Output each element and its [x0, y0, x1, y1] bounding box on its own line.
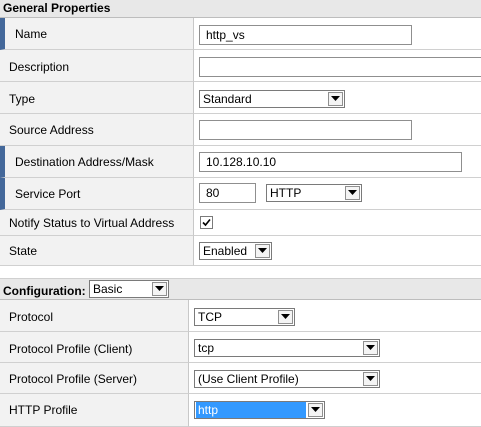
http-profile-value-cell: http — [189, 394, 481, 427]
service-port-value-cell: 80 HTTP — [194, 178, 481, 210]
service-port-input[interactable]: 80 — [199, 183, 256, 203]
chevron-down-icon[interactable] — [152, 282, 167, 296]
description-label: Description — [9, 60, 70, 74]
profile-server-label: Protocol Profile (Server) — [9, 372, 138, 386]
destination-input[interactable]: 10.128.10.10 — [199, 152, 462, 172]
service-port-label-cell: Service Port — [0, 178, 194, 210]
service-port-select[interactable]: HTTP — [266, 184, 362, 202]
http-profile-label: HTTP Profile — [9, 403, 78, 417]
profile-client-label-cell: Protocol Profile (Client) — [0, 332, 189, 363]
state-select[interactable]: Enabled — [199, 242, 272, 260]
chevron-down-icon[interactable] — [255, 244, 270, 258]
profile-client-select-value: tcp — [198, 341, 215, 355]
general-properties-title: General Properties — [3, 1, 111, 15]
destination-value-cell: 10.128.10.10 — [194, 146, 481, 178]
configuration-mode-value: Basic — [93, 282, 123, 296]
section-gap — [0, 266, 481, 278]
configuration-mode-select[interactable]: Basic — [89, 280, 169, 298]
check-icon — [202, 218, 211, 227]
service-port-label: Service Port — [15, 187, 81, 201]
profile-server-row: Protocol Profile (Server) (Use Client Pr… — [0, 363, 481, 394]
description-value-cell — [194, 50, 481, 82]
profile-server-select[interactable]: (Use Client Profile) — [194, 370, 380, 388]
description-input[interactable] — [199, 57, 481, 77]
http-profile-select-value: http — [196, 402, 306, 418]
http-profile-row: HTTP Profile http — [0, 394, 481, 427]
chevron-down-icon[interactable] — [345, 186, 360, 200]
protocol-row: Protocol TCP — [0, 300, 481, 332]
profile-client-select[interactable]: tcp — [194, 339, 380, 357]
protocol-label-cell: Protocol — [0, 300, 189, 332]
http-profile-select[interactable]: http — [194, 401, 325, 419]
configuration-title: Configuration: — [3, 284, 86, 298]
name-label: Name — [15, 27, 48, 41]
type-row: Type Standard — [0, 82, 481, 114]
chevron-down-icon[interactable] — [308, 403, 323, 417]
state-label-cell: State — [0, 236, 194, 266]
protocol-label: Protocol — [9, 310, 54, 324]
destination-row: Destination Address/Mask 10.128.10.10 — [0, 146, 481, 178]
type-select[interactable]: Standard — [199, 90, 345, 108]
chevron-down-icon[interactable] — [363, 341, 378, 355]
protocol-value-cell: TCP — [189, 300, 481, 332]
destination-label-cell: Destination Address/Mask — [0, 146, 194, 178]
notify-label-cell: Notify Status to Virtual Address — [0, 210, 194, 236]
source-address-row: Source Address — [0, 114, 481, 146]
notify-checkbox[interactable] — [200, 216, 213, 229]
source-address-label-cell: Source Address — [0, 114, 194, 146]
protocol-select-value: TCP — [198, 310, 222, 324]
protocol-select[interactable]: TCP — [194, 308, 295, 326]
description-label-cell: Description — [0, 50, 194, 82]
service-port-select-value: HTTP — [270, 186, 302, 200]
chevron-down-icon[interactable] — [363, 372, 378, 386]
chevron-down-icon[interactable] — [328, 92, 343, 106]
name-label-cell: Name — [0, 18, 194, 50]
type-value-cell: Standard — [194, 82, 481, 114]
state-select-value: Enabled — [203, 244, 248, 258]
source-address-value-cell — [194, 114, 481, 146]
notify-value-cell — [194, 210, 481, 236]
http-profile-label-cell: HTTP Profile — [0, 394, 189, 427]
source-address-label: Source Address — [9, 123, 94, 137]
general-properties-header: General Properties — [0, 0, 481, 18]
source-address-input[interactable] — [199, 120, 412, 140]
profile-client-value-cell: tcp — [189, 332, 481, 363]
notify-row: Notify Status to Virtual Address — [0, 210, 481, 236]
state-label: State — [9, 244, 38, 258]
name-value-cell: http_vs — [194, 18, 481, 50]
profile-server-select-value: (Use Client Profile) — [198, 372, 299, 386]
type-label-cell: Type — [0, 82, 194, 114]
state-row: State Enabled — [0, 236, 481, 266]
name-input[interactable]: http_vs — [199, 25, 412, 45]
type-select-value: Standard — [203, 92, 252, 106]
name-row: Name http_vs — [0, 18, 481, 50]
configuration-header: Configuration: Basic — [0, 278, 481, 300]
notify-label: Notify Status to Virtual Address — [9, 216, 175, 230]
chevron-down-icon[interactable] — [278, 310, 293, 324]
service-port-row: Service Port 80 HTTP — [0, 178, 481, 210]
description-row: Description — [0, 50, 481, 82]
profile-server-label-cell: Protocol Profile (Server) — [0, 363, 189, 394]
state-value-cell: Enabled — [194, 236, 481, 266]
profile-client-label: Protocol Profile (Client) — [9, 342, 133, 356]
profile-client-row: Protocol Profile (Client) tcp — [0, 332, 481, 363]
type-label: Type — [9, 92, 36, 106]
destination-label: Destination Address/Mask — [15, 155, 154, 169]
profile-server-value-cell: (Use Client Profile) — [189, 363, 481, 394]
